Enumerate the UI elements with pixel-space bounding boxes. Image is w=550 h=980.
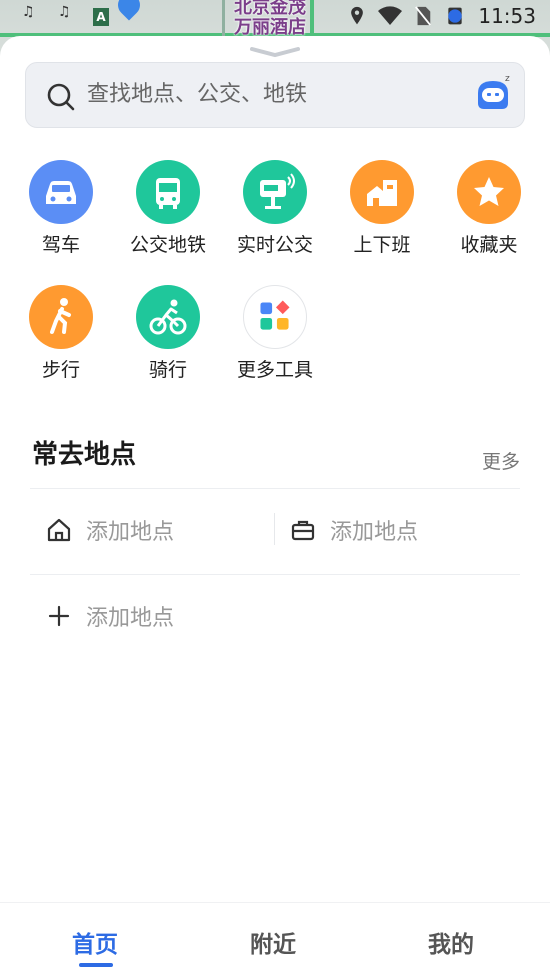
- place-label: 添加地点: [86, 606, 175, 631]
- search-placeholder: 查找地点、公交、地铁: [87, 82, 308, 107]
- active-tab-indicator: [79, 963, 113, 967]
- divider: [274, 513, 275, 545]
- drag-handle-icon[interactable]: [249, 45, 301, 59]
- bike-icon: [136, 285, 200, 349]
- map-pin-icon[interactable]: [113, 0, 145, 21]
- no-sim-icon: [415, 6, 432, 26]
- tool-label: 上下班: [353, 234, 411, 256]
- plus-icon: [48, 605, 70, 627]
- bus-icon: [136, 160, 200, 224]
- status-bar: 11:53: [348, 4, 536, 28]
- tool-realtime-bus[interactable]: 实时公交: [225, 160, 325, 258]
- location-icon: [351, 6, 364, 25]
- tab-mine[interactable]: 我的: [428, 925, 474, 959]
- bus-stop-icon: [243, 160, 307, 224]
- svg-text:z: z: [505, 74, 510, 84]
- tool-drive[interactable]: 驾车: [11, 160, 111, 258]
- tool-label: 骑行: [148, 359, 187, 381]
- add-place-button[interactable]: 添加地点: [46, 600, 174, 632]
- divider: [30, 574, 520, 575]
- tool-label: 驾车: [41, 234, 80, 256]
- status-time: 11:53: [478, 4, 536, 28]
- tab-home[interactable]: 首页: [72, 925, 118, 959]
- wifi-icon: [378, 6, 403, 26]
- tool-label: 更多工具: [236, 359, 313, 381]
- tool-bike[interactable]: 骑行: [118, 285, 218, 383]
- search-input[interactable]: 查找地点、公交、地铁 z: [25, 62, 525, 128]
- search-icon: [47, 83, 75, 111]
- home-icon: [47, 518, 71, 542]
- tab-nearby[interactable]: 附近: [250, 925, 296, 959]
- add-home-place[interactable]: 添加地点: [46, 514, 174, 546]
- walk-icon: [29, 285, 93, 349]
- map-poi-label[interactable]: 北京金茂 万丽酒店: [234, 0, 306, 38]
- section-title: 常去地点: [32, 440, 137, 470]
- tool-walk[interactable]: 步行: [11, 285, 111, 383]
- place-label: 添加地点: [330, 520, 419, 545]
- music-note-icon: ♫: [22, 4, 35, 20]
- car-icon: [29, 160, 93, 224]
- music-note-icon: ♫: [58, 4, 71, 20]
- tool-commute[interactable]: 上下班: [332, 160, 432, 258]
- bottom-tab-bar: 首页 附近 我的: [0, 902, 550, 980]
- battery-icon: [448, 7, 463, 25]
- tool-favorites[interactable]: 收藏夹: [439, 160, 539, 258]
- add-work-place[interactable]: 添加地点: [290, 514, 418, 546]
- tool-label: 步行: [41, 359, 80, 381]
- briefcase-icon: [291, 520, 315, 541]
- voice-assistant-icon[interactable]: z: [472, 73, 514, 115]
- tool-label: 实时公交: [236, 234, 313, 256]
- bottom-sheet: 查找地点、公交、地铁 z 驾车 公交地铁 实时公交 上下班 收藏夹 步行 骑行 …: [0, 36, 550, 980]
- tool-transit[interactable]: 公交地铁: [118, 160, 218, 258]
- place-label: 添加地点: [86, 520, 175, 545]
- more-tools-icon: [243, 285, 307, 349]
- star-icon: [457, 160, 521, 224]
- tool-more[interactable]: 更多工具: [225, 285, 325, 383]
- commute-icon: [350, 160, 414, 224]
- tool-label: 收藏夹: [460, 234, 518, 256]
- metro-entrance-icon: A: [93, 8, 109, 26]
- tool-label: 公交地铁: [129, 234, 206, 256]
- divider: [30, 488, 520, 489]
- more-link[interactable]: 更多: [482, 447, 520, 474]
